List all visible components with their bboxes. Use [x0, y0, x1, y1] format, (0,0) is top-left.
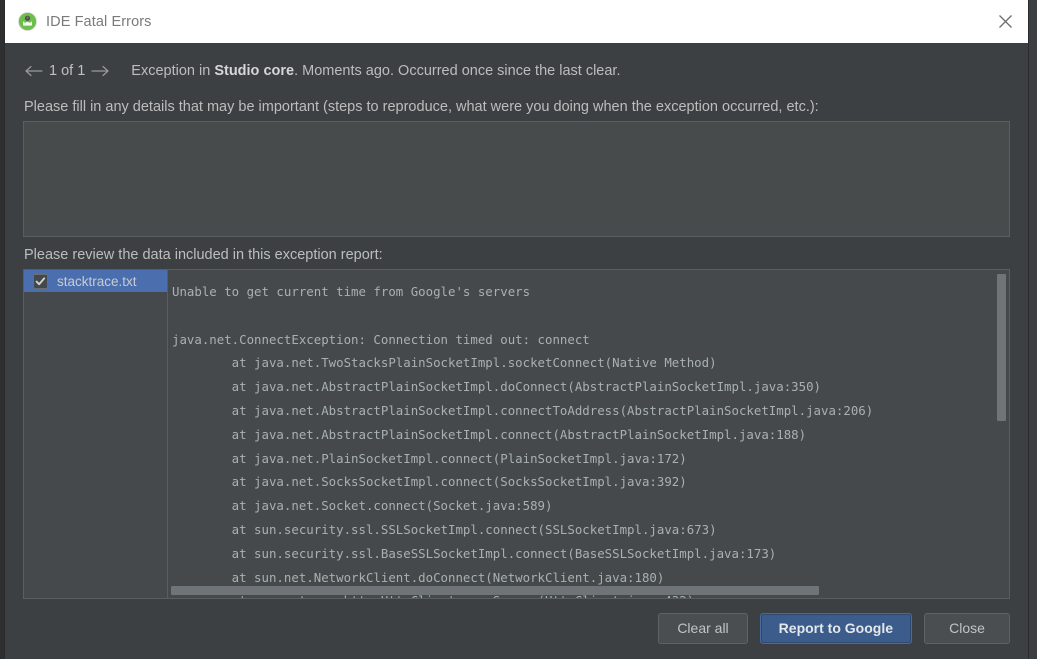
report-data-label: Please review the data included in this … — [24, 247, 383, 263]
report-data-panel: stacktrace.txt Unable to get current tim… — [23, 269, 1010, 599]
stacktrace-hscrollbar[interactable] — [168, 585, 995, 597]
clear-all-button[interactable]: Clear all — [658, 612, 748, 644]
arrow-left-icon[interactable] — [23, 61, 45, 81]
dialog-button-row: Clear all Report to Google Close — [5, 599, 1028, 659]
vscrollbar-thumb[interactable] — [997, 274, 1006, 421]
check-icon[interactable] — [33, 273, 48, 289]
ide-fatal-errors-dialog: IDE Fatal Errors 1 of 1 Exception in Stu… — [5, 0, 1028, 659]
list-item-label: stacktrace.txt — [57, 273, 137, 289]
dialog-body: 1 of 1 Exception in Studio core. Moments… — [5, 43, 1028, 599]
dialog-title: IDE Fatal Errors — [46, 13, 152, 30]
close-button[interactable]: Close — [924, 612, 1010, 644]
stacktrace-vscrollbar[interactable] — [995, 271, 1008, 597]
list-item-stacktrace[interactable]: stacktrace.txt — [24, 270, 167, 292]
details-input[interactable] — [23, 121, 1010, 237]
stacktrace-text: Unable to get current time from Google's… — [172, 284, 874, 598]
close-icon[interactable] — [982, 0, 1028, 43]
details-label: Please fill in any details that may be i… — [24, 99, 819, 115]
hscrollbar-thumb[interactable] — [171, 586, 819, 595]
exception-summary: Exception in Studio core. Moments ago. O… — [131, 63, 620, 79]
attachment-file-list: stacktrace.txt — [24, 270, 168, 598]
ide-right-edge — [1027, 0, 1037, 659]
summary-source: Studio core — [214, 63, 295, 79]
exception-nav-row: 1 of 1 Exception in Studio core. Moments… — [23, 43, 1010, 91]
stacktrace-viewer[interactable]: Unable to get current time from Google's… — [168, 270, 1009, 598]
report-to-google-button[interactable]: Report to Google — [759, 612, 912, 644]
summary-suffix: . Moments ago. Occurred once since the l… — [294, 63, 621, 79]
android-studio-icon — [18, 12, 37, 31]
dialog-titlebar: IDE Fatal Errors — [5, 0, 1028, 43]
exception-counter: 1 of 1 — [49, 63, 86, 79]
arrow-right-icon[interactable] — [89, 61, 111, 81]
summary-prefix: Exception in — [131, 63, 215, 79]
